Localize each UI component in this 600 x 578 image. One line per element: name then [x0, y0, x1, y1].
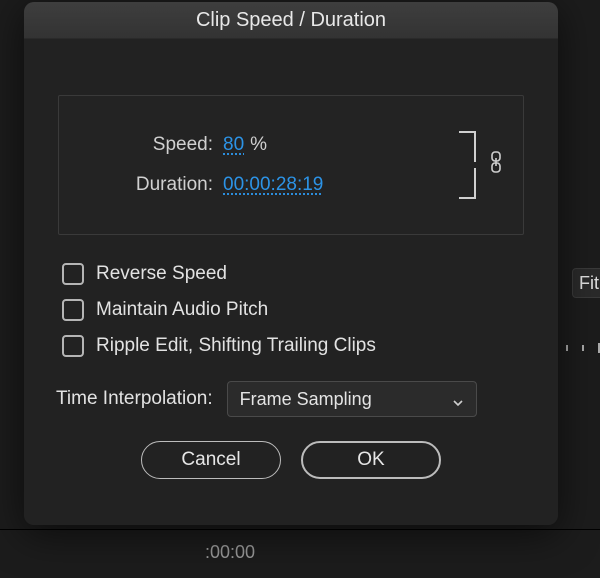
reverse-speed-checkbox[interactable]: Reverse Speed — [62, 263, 520, 285]
duration-label: Duration: — [85, 174, 223, 196]
timeline-timecode: :00:00 — [205, 542, 255, 563]
tick-mark — [582, 345, 584, 351]
dialog-titlebar[interactable]: Clip Speed / Duration — [24, 2, 558, 39]
chevron-down-icon — [452, 393, 464, 405]
dialog-buttons: Cancel OK — [50, 417, 532, 507]
speed-value[interactable]: 80 — [223, 134, 244, 156]
speed-duration-group: Speed: 80 % Duration: 00:00:28:19 — [58, 95, 524, 235]
fit-label: Fit — [579, 273, 599, 294]
bg-divider — [0, 529, 600, 530]
time-interpolation-value: Frame Sampling — [240, 389, 372, 410]
duration-value[interactable]: 00:00:28:19 — [223, 174, 323, 196]
options-group: Reverse Speed Maintain Audio Pitch Rippl… — [50, 263, 532, 357]
ok-button-label: OK — [357, 449, 384, 471]
checkbox-box — [62, 335, 84, 357]
maintain-audio-pitch-label: Maintain Audio Pitch — [96, 299, 268, 321]
time-interpolation-label: Time Interpolation: — [56, 388, 213, 410]
ripple-edit-checkbox[interactable]: Ripple Edit, Shifting Trailing Clips — [62, 335, 520, 357]
maintain-audio-pitch-checkbox[interactable]: Maintain Audio Pitch — [62, 299, 520, 321]
dialog-title: Clip Speed / Duration — [196, 9, 386, 32]
link-bracket-icon — [457, 130, 481, 200]
reverse-speed-label: Reverse Speed — [96, 263, 227, 285]
cancel-button-label: Cancel — [181, 449, 240, 471]
tick-mark — [566, 345, 568, 351]
checkbox-box — [62, 263, 84, 285]
ripple-edit-label: Ripple Edit, Shifting Trailing Clips — [96, 335, 376, 357]
fit-dropdown[interactable]: Fit — [572, 268, 600, 298]
time-interpolation-select[interactable]: Frame Sampling — [227, 381, 477, 417]
time-interpolation-row: Time Interpolation: Frame Sampling — [50, 381, 532, 417]
speed-duration-labels: Speed: 80 % Duration: 00:00:28:19 — [85, 134, 447, 196]
speed-duration-link[interactable] — [457, 130, 497, 200]
checkbox-box — [62, 299, 84, 321]
speed-label: Speed: — [85, 134, 223, 156]
clip-speed-dialog: Clip Speed / Duration Speed: 80 % Durati… — [24, 2, 558, 525]
duration-row: Duration: 00:00:28:19 — [85, 174, 447, 196]
ok-button[interactable]: OK — [301, 441, 441, 479]
cancel-button[interactable]: Cancel — [141, 441, 281, 479]
speed-row: Speed: 80 % — [85, 134, 447, 156]
link-chain-icon — [489, 151, 503, 179]
speed-suffix: % — [250, 134, 267, 156]
dialog-content: Speed: 80 % Duration: 00:00:28:19 — [24, 39, 558, 525]
